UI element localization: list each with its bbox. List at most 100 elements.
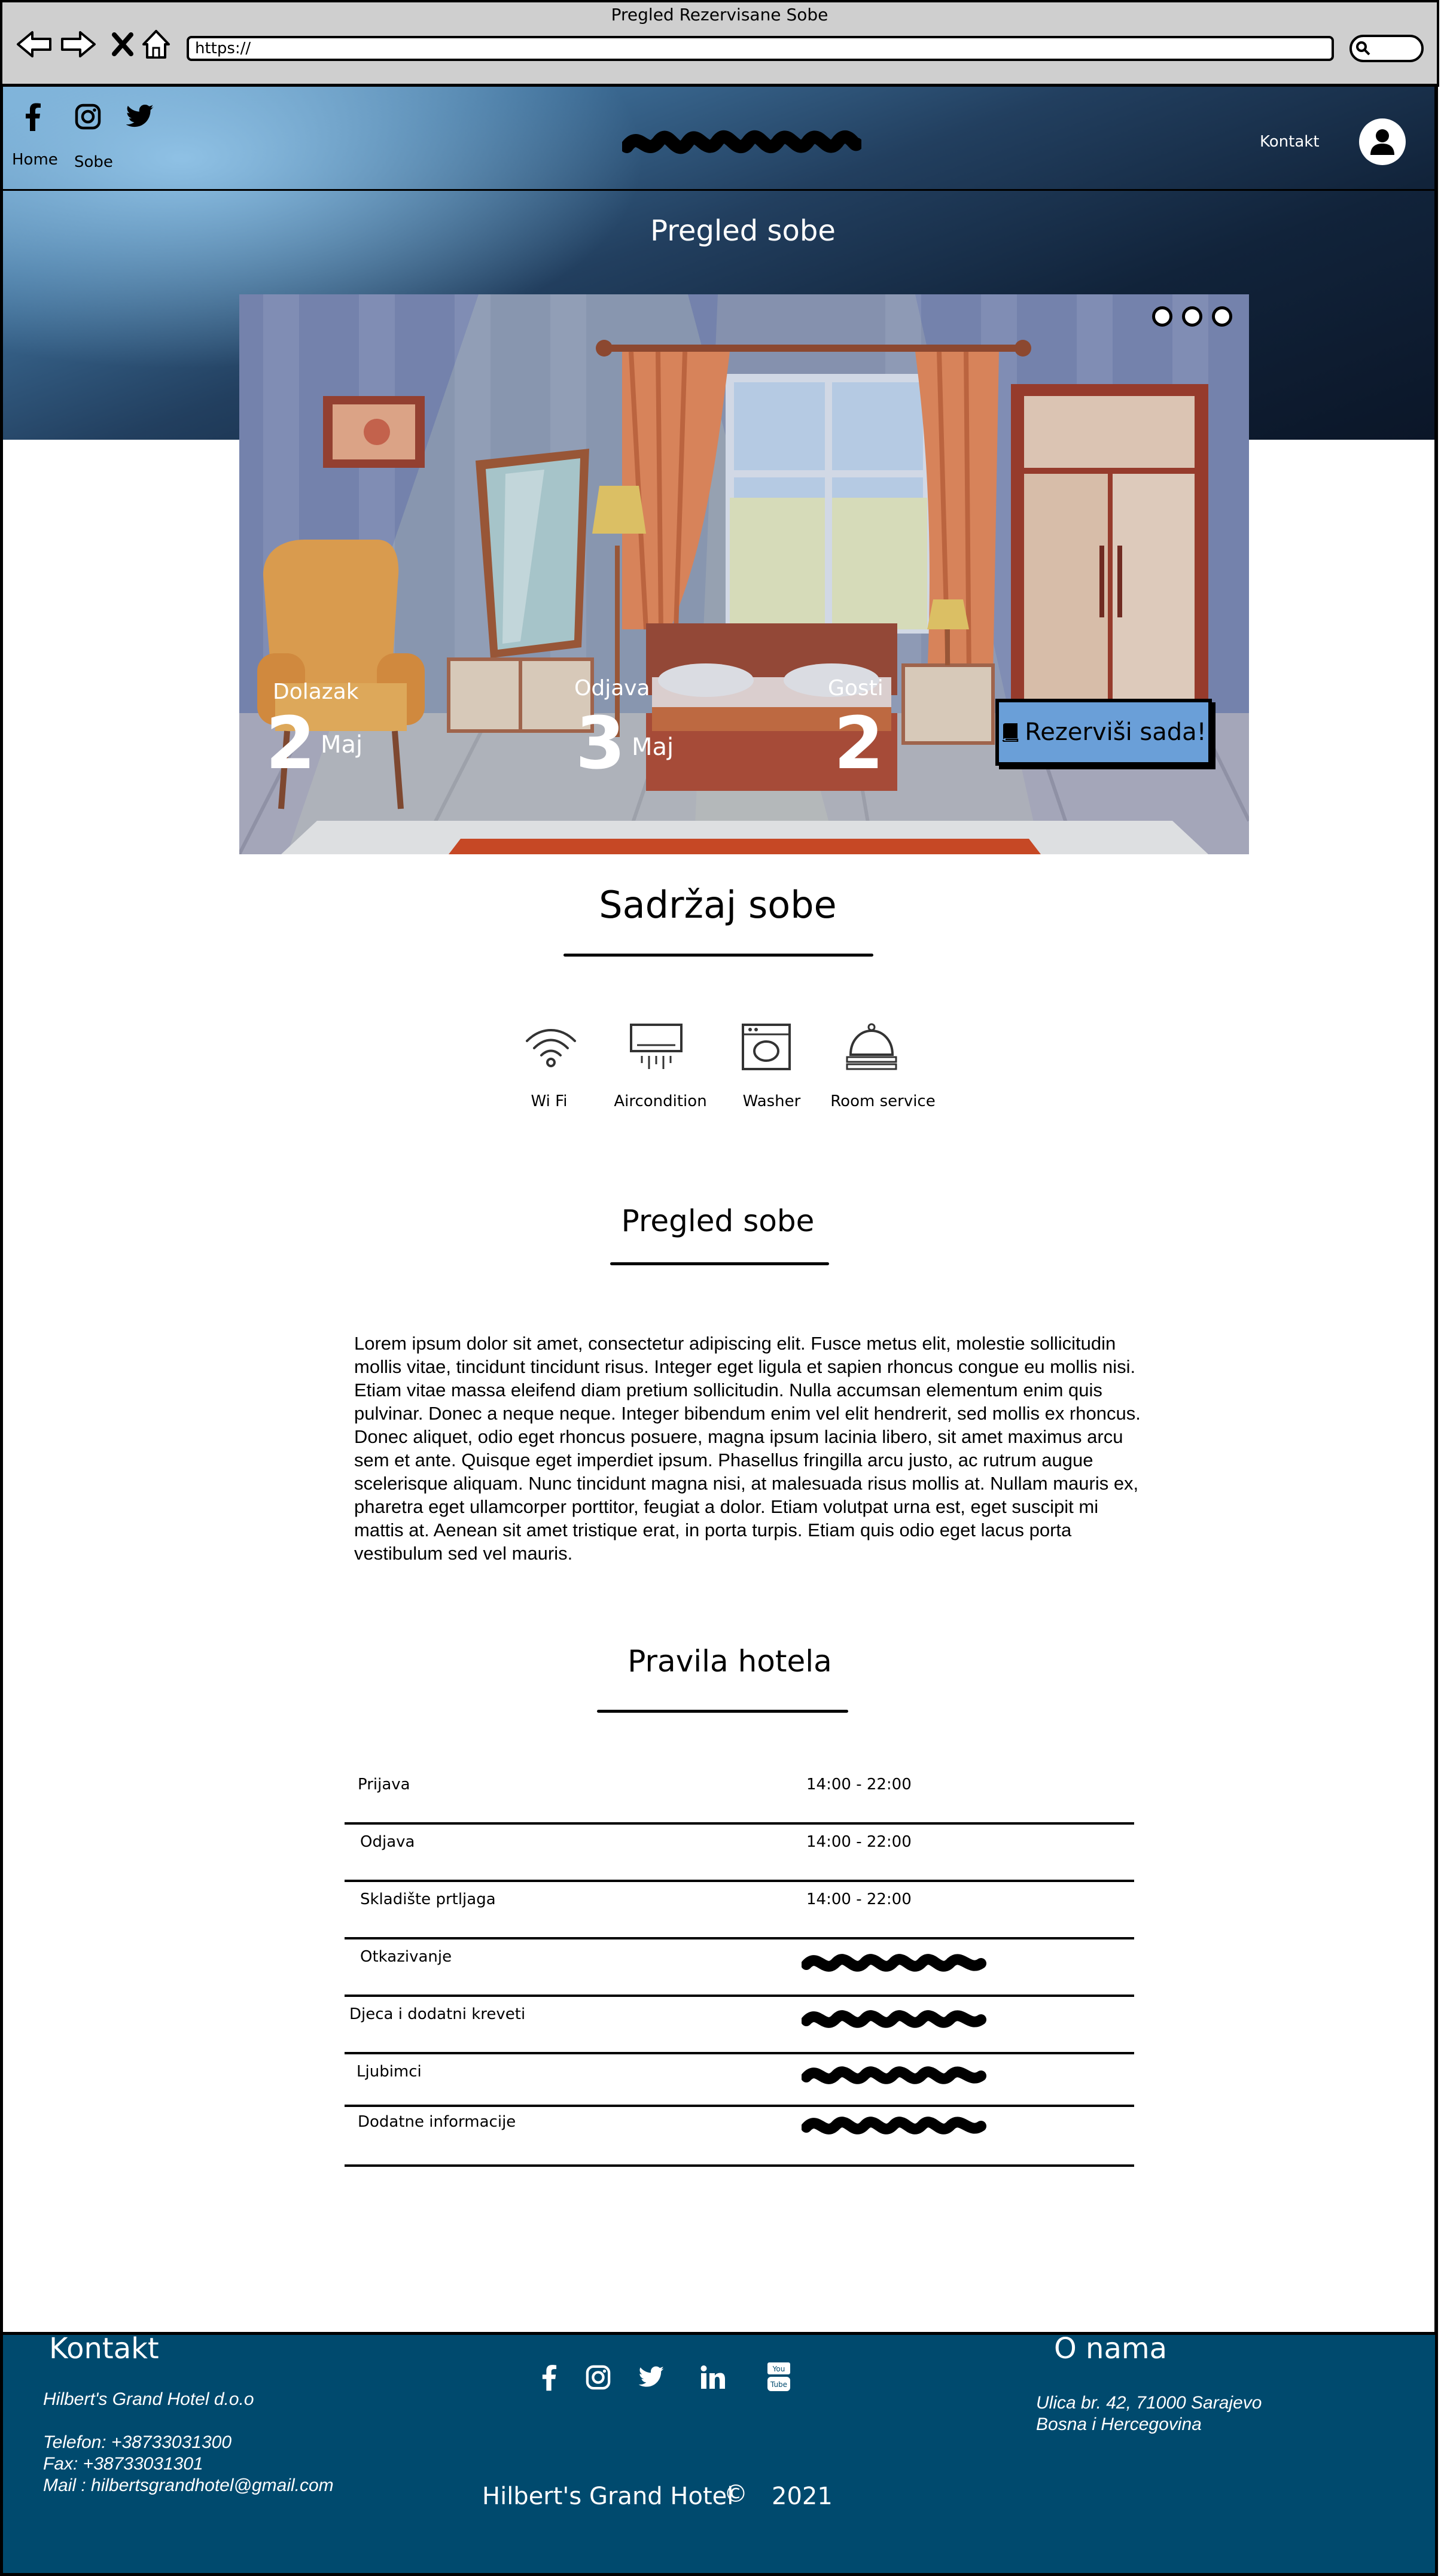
url-input[interactable]: https://: [187, 36, 1334, 61]
amenities-underline: [563, 954, 873, 957]
arrow-left-icon: [17, 31, 51, 57]
footer-mail[interactable]: Mail : hilbertsgrandhotel@gmail.com: [43, 2475, 334, 2496]
rule-divider: [345, 1880, 1134, 1882]
instagram-link[interactable]: [72, 101, 104, 133]
departure-day[interactable]: 3: [575, 708, 626, 780]
svg-text:Tube: Tube: [770, 2380, 787, 2389]
bedroom-illustration: [239, 294, 1249, 854]
footer-copyright-symbol: ©: [724, 2480, 748, 2508]
footer-twitter-link[interactable]: [633, 2358, 671, 2397]
book-now-button[interactable]: Rezerviši sada!: [995, 699, 1212, 766]
departure-label: Odjava: [574, 676, 650, 701]
home-button[interactable]: [135, 26, 177, 62]
close-icon: [112, 32, 133, 56]
footer-fax: Fax: +38733031301: [43, 2454, 203, 2474]
footer-address-line2: Bosna i Hercegovina: [1036, 2414, 1202, 2434]
rule-cancellation-label: Otkazivanje: [360, 1948, 452, 1966]
rules-title: Pravila hotela: [627, 1644, 832, 1679]
footer-phone[interactable]: Telefon: +38733031300: [43, 2432, 231, 2453]
footer-instagram-link[interactable]: [579, 2358, 617, 2397]
redacted-scribble: [802, 1954, 986, 1972]
amenity-washer-label: Washer: [742, 1092, 801, 1110]
amenities-title: Sadržaj sobe: [599, 883, 837, 927]
carousel-dot-3[interactable]: [1212, 306, 1232, 327]
aircondition-icon: [623, 1017, 689, 1077]
footer-facebook-link[interactable]: [530, 2358, 568, 2397]
instagram-icon: [75, 103, 101, 130]
page-border-left: [0, 87, 3, 2336]
arrow-right-icon: [61, 31, 96, 57]
nav-home[interactable]: Home: [12, 151, 58, 169]
rule-checkout-label: Odjava: [360, 1833, 415, 1851]
footer-contact-title: Kontakt: [49, 2332, 159, 2365]
carousel-dot-2[interactable]: [1182, 306, 1202, 327]
rules-underline: [597, 1710, 848, 1713]
hero-title: Pregled sobe: [650, 214, 836, 248]
linkedin-icon: [700, 2365, 725, 2389]
rule-divider: [345, 2105, 1134, 2107]
user-icon: [1370, 129, 1394, 155]
overview-underline: [610, 1262, 829, 1265]
footer-about-title: O nama: [1054, 2332, 1168, 2365]
facebook-icon: [26, 103, 41, 131]
rule-divider: [345, 1822, 1134, 1825]
room-service-icon: [839, 1017, 904, 1077]
rule-pets-label: Ljubimci: [357, 2063, 422, 2081]
footer-youtube-link[interactable]: You Tube: [760, 2358, 798, 2397]
search-icon: [1356, 41, 1370, 56]
footer-address-line1: Ulica br. 42, 71000 Sarajevo: [1036, 2393, 1262, 2413]
footer-linkedin-link[interactable]: [694, 2358, 732, 2397]
rule-additional-label: Dodatne informacije: [358, 2113, 516, 2131]
rule-luggage-value: 14:00 - 22:00: [806, 1890, 912, 1908]
overview-text: Lorem ipsum dolor sit amet, consectetur …: [354, 1333, 1141, 1564]
rule-checkout-value: 14:00 - 22:00: [806, 1833, 912, 1851]
twitter-link[interactable]: [124, 101, 157, 133]
book-now-label: Rezerviši sada!: [1025, 718, 1207, 746]
carousel-dot-1[interactable]: [1152, 306, 1172, 327]
departure-month[interactable]: Maj: [632, 733, 674, 761]
redacted-scribble: [802, 2117, 986, 2135]
forward-button[interactable]: [57, 26, 99, 62]
rule-divider: [345, 1995, 1134, 1997]
washer-icon: [733, 1017, 799, 1077]
redacted-scribble: [802, 2066, 986, 2084]
instagram-icon: [586, 2365, 611, 2390]
browser-search-button[interactable]: [1349, 35, 1424, 62]
amenity-aircondition-label: Aircondition: [614, 1092, 707, 1110]
overview-title: Pregled sobe: [621, 1204, 815, 1238]
arrival-label: Dolazak: [273, 680, 359, 704]
page-border-right: [1434, 87, 1438, 2336]
youtube-icon: You Tube: [767, 2362, 790, 2391]
window-title: Pregled Rezervisane Sobe: [611, 5, 828, 25]
rule-children-label: Djeca i dodatni kreveti: [349, 2005, 526, 2023]
wifi-icon: [518, 1017, 584, 1077]
back-button[interactable]: [13, 26, 55, 62]
logo-scribble[interactable]: [622, 123, 861, 165]
svg-text:You: You: [772, 2365, 785, 2373]
facebook-link[interactable]: [17, 101, 49, 133]
footer-brand: Hilbert's Grand Hotel: [482, 2483, 734, 2510]
amenity-room-service-label: Room service: [830, 1092, 936, 1110]
guests-count[interactable]: 2: [834, 708, 884, 780]
rule-divider: [345, 2164, 1134, 2167]
nav-rooms[interactable]: Sobe: [74, 153, 113, 171]
nav-contact[interactable]: Kontakt: [1260, 133, 1320, 151]
user-account-button[interactable]: [1359, 118, 1406, 165]
arrival-day[interactable]: 2: [266, 708, 316, 780]
rule-divider: [345, 1937, 1134, 1939]
twitter-icon: [639, 2366, 665, 2387]
rule-checkin-value: 14:00 - 22:00: [806, 1776, 912, 1794]
book-icon: [1003, 723, 1019, 742]
rule-checkin-label: Prijava: [358, 1776, 410, 1794]
twitter-icon: [126, 105, 154, 127]
header-divider: [2, 189, 1437, 191]
room-photo: [239, 294, 1249, 854]
guests-label: Gosti: [828, 676, 884, 701]
facebook-icon: [542, 2365, 557, 2391]
footer-company: Hilbert's Grand Hotel d.o.o: [43, 2389, 254, 2409]
rule-luggage-label: Skladište prtljaga: [360, 1890, 496, 1908]
footer-year: 2021: [772, 2483, 833, 2510]
amenity-wifi-label: Wi Fi: [531, 1092, 568, 1110]
arrival-month[interactable]: Maj: [321, 731, 362, 759]
rule-divider: [345, 2052, 1134, 2054]
